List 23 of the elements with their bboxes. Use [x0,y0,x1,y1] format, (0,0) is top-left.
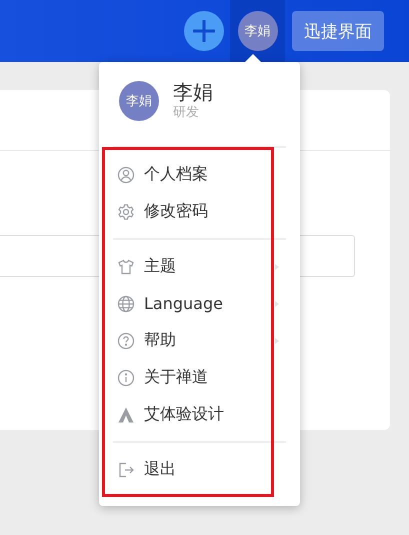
user-role: 研发 [173,104,200,122]
user-name: 李娟 [173,80,213,104]
plus-icon [193,20,215,42]
shirt-icon [117,258,135,276]
menu-item[interactable]: 关于禅道 [113,359,286,396]
settings-icon [117,202,135,220]
logout-icon [117,460,135,478]
logo-icon [117,406,135,424]
user-icon [117,166,135,184]
add-button[interactable] [184,11,224,51]
menu-item[interactable]: 艾体验设计 [113,396,286,433]
info-icon [117,368,135,386]
user-avatar: 李娟 [119,81,159,121]
menu-item[interactable]: Language [113,285,286,322]
menu-item[interactable]: 修改密码 [113,193,286,230]
menu-item[interactable]: 主题 [113,248,286,285]
help-icon [117,332,135,350]
user-avatar[interactable]: 李娟 [238,11,278,51]
menu-item[interactable]: 个人档案 [113,156,286,193]
menu-item[interactable]: 退出 [113,451,286,488]
globe-icon [117,294,135,312]
menu-item[interactable]: 帮助 [113,322,286,359]
quick-view-button[interactable]: 迅捷界面 [292,11,384,51]
